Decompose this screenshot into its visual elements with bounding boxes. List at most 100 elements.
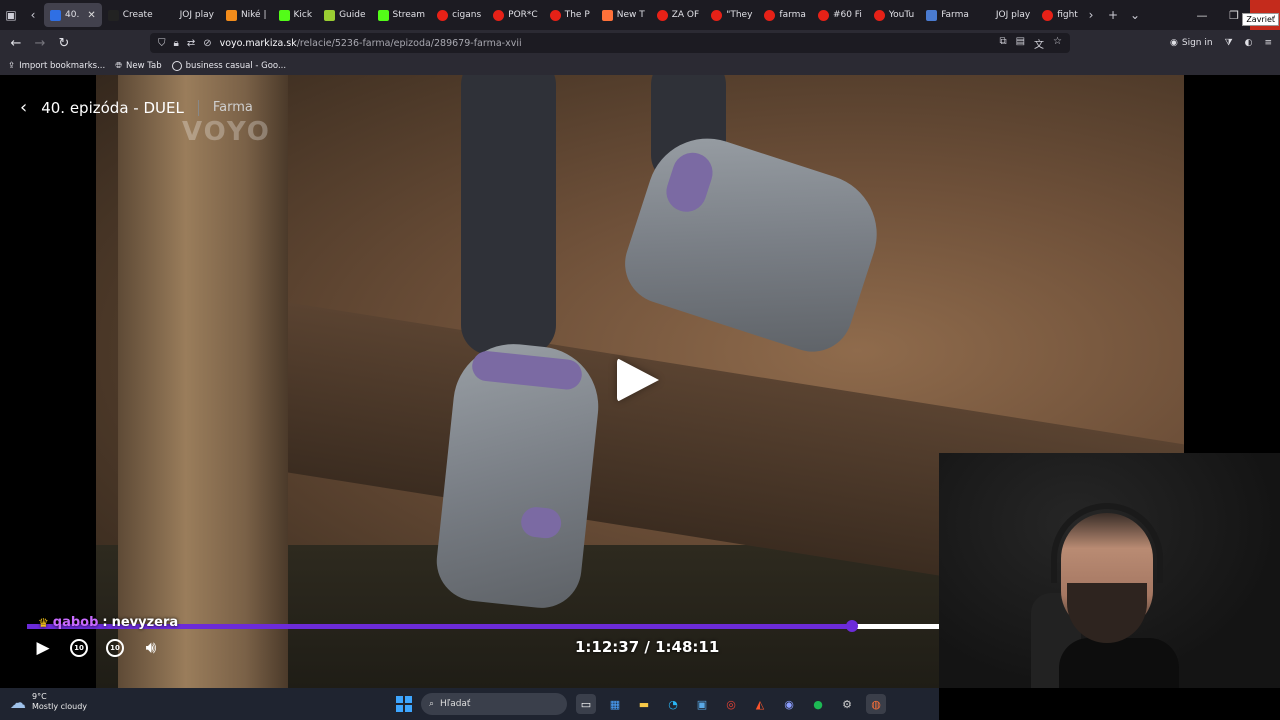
episode-title: 40. epizóda - DUEL: [41, 98, 184, 117]
browser-tab[interactable]: ZA OF: [651, 3, 705, 27]
permissions-icon[interactable]: ⇄: [187, 38, 195, 49]
browser-tab[interactable]: fight r: [1036, 3, 1080, 27]
forward-10-button[interactable]: 10: [104, 637, 126, 659]
sign-in-button[interactable]: ◉ Sign in: [1170, 38, 1213, 48]
bookmark-import[interactable]: ⇪ Import bookmarks...: [8, 61, 105, 71]
browser-tab[interactable]: cigans: [431, 3, 487, 27]
extensions-icon[interactable]: ⧩: [1225, 38, 1233, 48]
tab-favicon-icon: [493, 9, 505, 21]
browser-tab[interactable]: The P: [544, 3, 596, 27]
browser-tab[interactable]: Niké |: [220, 3, 273, 27]
forward-icon[interactable]: →: [28, 36, 52, 51]
browser-tab[interactable]: New T: [596, 3, 651, 27]
menu-icon[interactable]: ≡: [1264, 38, 1272, 48]
rewind-10-button[interactable]: 10: [68, 637, 90, 659]
tab-favicon-icon: [656, 9, 668, 21]
browser-tab[interactable]: #60 Fi: [812, 3, 868, 27]
browser-tab[interactable]: Guide: [318, 3, 371, 27]
lock-icon[interactable]: 🔒︎: [174, 38, 179, 49]
url-bar[interactable]: ⛉ 🔒︎ ⇄ ⊘ voyo.markiza.sk/relacie/5236-fa…: [150, 33, 1070, 53]
spotify-icon[interactable]: ●: [808, 694, 828, 714]
autoplay-blocked-icon[interactable]: ⊘: [203, 38, 211, 49]
video-leg-left: [461, 75, 556, 355]
new-tab-icon[interactable]: +: [1102, 0, 1124, 30]
reader-view-icon[interactable]: ▤: [1016, 36, 1025, 51]
task-view-icon[interactable]: ▭: [576, 694, 596, 714]
tab-label: "They: [726, 10, 753, 20]
url-actions: ⧉ ▤ 文 ☆: [999, 36, 1062, 51]
tab-close-icon[interactable]: ✕: [87, 10, 95, 21]
browser-tab[interactable]: 40. ✕: [44, 3, 102, 27]
browser-tab[interactable]: YouTu: [868, 3, 920, 27]
bookmark-star-icon[interactable]: ☆: [1053, 36, 1062, 51]
account-icon: ◉: [1170, 38, 1178, 48]
browser-tab[interactable]: Create: [102, 3, 159, 27]
store-icon[interactable]: ▦: [605, 694, 625, 714]
tab-scroll-left-icon[interactable]: ‹: [22, 0, 44, 30]
browser-tab[interactable]: farma: [758, 3, 812, 27]
discord-icon[interactable]: ◉: [779, 694, 799, 714]
browser-tab[interactable]: Stream: [372, 3, 432, 27]
tab-favicon-icon: [225, 9, 237, 21]
tab-label: POR*C: [508, 10, 538, 20]
webcam-overlay: [939, 453, 1280, 688]
tab-label: farma: [779, 10, 806, 20]
minimize-icon[interactable]: —: [1186, 9, 1218, 22]
tab-label: JOJ play: [179, 10, 214, 20]
show-name[interactable]: Farma: [213, 100, 253, 115]
browser-tab[interactable]: JOJ play: [975, 3, 1036, 27]
tab-scroll-right-icon[interactable]: ›: [1080, 0, 1102, 30]
steam-icon[interactable]: ⚙: [837, 694, 857, 714]
browser-tab[interactable]: POR*C: [487, 3, 544, 27]
taskbar-search[interactable]: ⌕ Hľadať: [421, 693, 567, 715]
bookmark-new-tab[interactable]: 🌐︎ New Tab: [115, 61, 161, 71]
chat-overlay: ♛ qabob : nevyzera: [38, 615, 178, 630]
browser-tab[interactable]: Farma: [920, 3, 975, 27]
edge-icon[interactable]: ◔: [663, 694, 683, 714]
tab-favicon-icon: [278, 9, 290, 21]
close-tooltip: Zavrieť: [1242, 13, 1279, 26]
vpn-icon[interactable]: ◐: [1245, 38, 1253, 48]
firefox-icon[interactable]: ◍: [866, 694, 886, 714]
browser-tab[interactable]: Kick: [273, 3, 319, 27]
video-post: [118, 75, 288, 688]
tab-favicon-icon: [377, 9, 389, 21]
tab-overview-icon[interactable]: ▣: [0, 0, 22, 30]
tab-list-icon[interactable]: ⌄: [1124, 0, 1146, 30]
search-icon: ⌕: [429, 699, 435, 709]
browser-tab[interactable]: JOJ play: [159, 3, 220, 27]
tab-label: YouTu: [888, 10, 915, 20]
url-text[interactable]: voyo.markiza.sk/relacie/5236-farma/epizo…: [220, 38, 522, 49]
browser-tab[interactable]: "They: [705, 3, 758, 27]
tab-favicon-icon: [549, 9, 561, 21]
chrome-icon[interactable]: ◎: [721, 694, 741, 714]
tab-favicon-icon: [873, 9, 885, 21]
toolbar-right: ◉ Sign in ⧩ ◐ ≡: [1170, 30, 1272, 56]
translate-icon[interactable]: 文: [1034, 36, 1044, 51]
google-icon: [171, 60, 182, 71]
tab-favicon-icon: [711, 9, 723, 21]
weather-widget[interactable]: ☁ 9°C Mostly cloudy: [10, 692, 87, 712]
bookmark-business-casual[interactable]: business casual - Goo...: [171, 60, 286, 71]
shield-icon[interactable]: ⛉: [158, 38, 166, 49]
time-display: 1:12:37 / 1:48:11: [575, 638, 720, 656]
back-icon[interactable]: ←: [4, 36, 28, 51]
tab-strip: 40. ✕ Create JOJ play Niké | Kick Guide Stream c…: [44, 0, 1080, 30]
tab-label: Create: [122, 10, 153, 20]
play-icon[interactable]: ▶: [32, 637, 54, 659]
file-explorer-icon[interactable]: ▬: [634, 694, 654, 714]
brave-icon[interactable]: ◭: [750, 694, 770, 714]
big-play-icon[interactable]: [617, 358, 659, 402]
tab-label: Niké |: [240, 10, 267, 20]
video-shoe-front: [432, 338, 605, 612]
tab-label: Stream: [392, 10, 426, 20]
windows-start-icon[interactable]: [396, 696, 412, 712]
volume-icon[interactable]: 🔊︎: [140, 637, 162, 659]
photos-icon[interactable]: ▣: [692, 694, 712, 714]
reload-icon[interactable]: ↻: [52, 36, 76, 51]
tab-favicon-icon: [1042, 9, 1054, 21]
tab-favicon-icon: [107, 9, 119, 21]
back-arrow-icon[interactable]: ‹: [20, 97, 27, 118]
picture-in-picture-icon[interactable]: ⧉: [999, 36, 1006, 51]
title-separator: [197, 99, 199, 116]
